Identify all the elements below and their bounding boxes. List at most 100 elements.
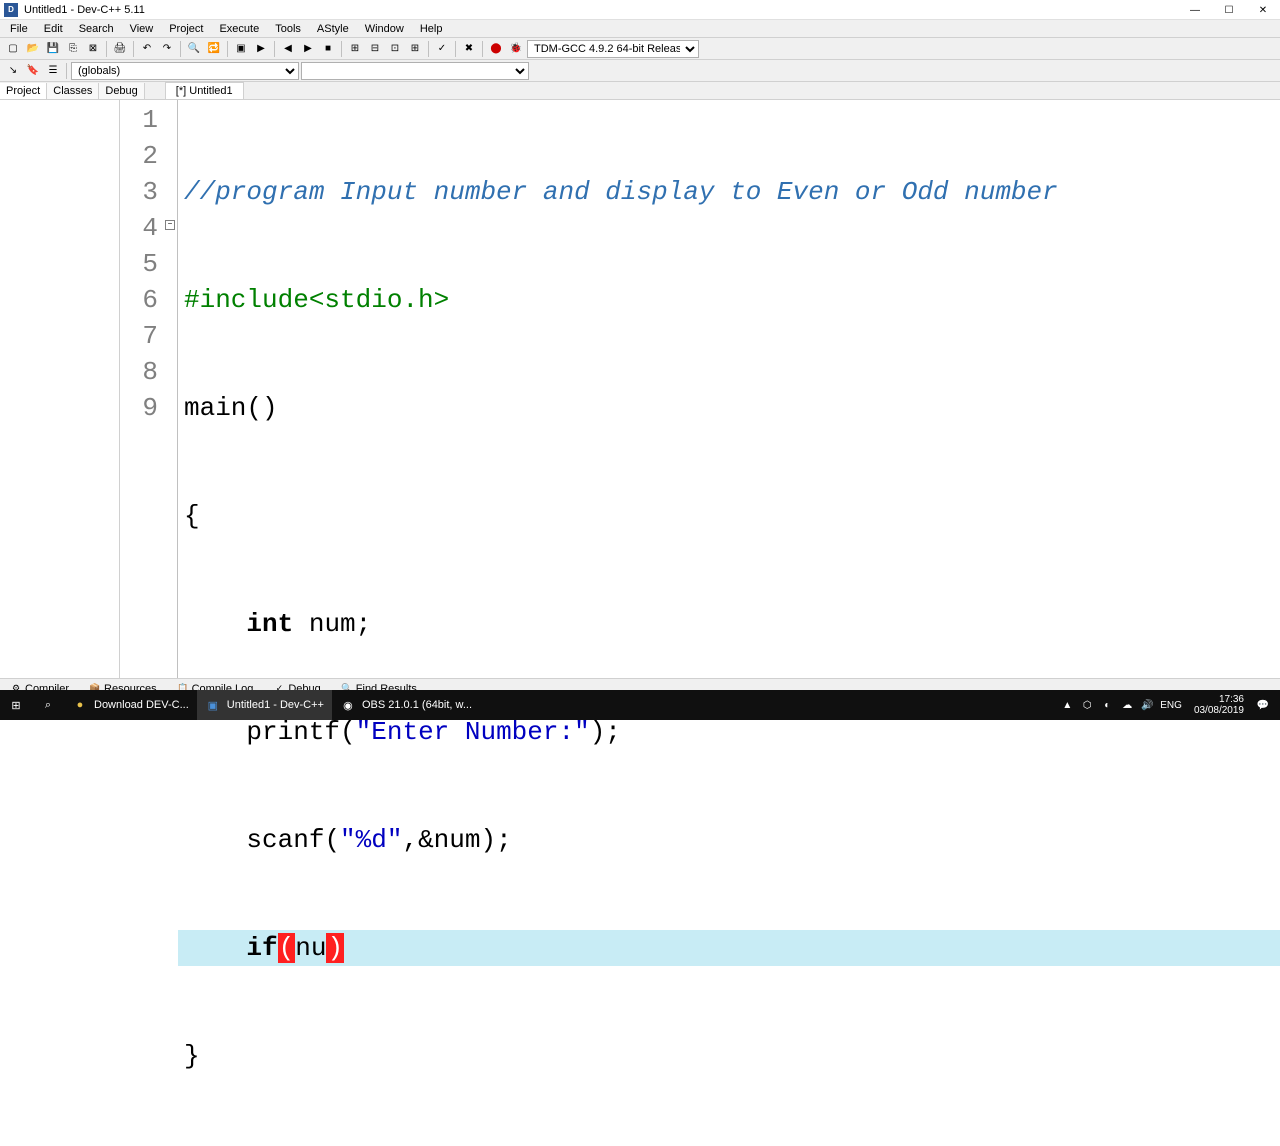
debug-icon[interactable]: 🐞	[507, 40, 525, 58]
print-icon[interactable]: 🖨	[111, 40, 129, 58]
compiler-select[interactable]: TDM-GCC 4.9.2 64-bit Release	[527, 40, 699, 58]
side-tabs: Project Classes Debug	[0, 83, 145, 99]
tray-lang[interactable]: ENG	[1160, 698, 1182, 712]
separator	[180, 41, 181, 57]
taskbar-clock[interactable]: 17:36 03/08/2019	[1188, 694, 1250, 716]
compile-icon[interactable]: ▣	[232, 40, 250, 58]
open-icon[interactable]: 📂	[24, 40, 42, 58]
stop-icon[interactable]: ■	[319, 40, 337, 58]
chrome-icon: ●	[72, 697, 88, 713]
list-icon[interactable]: ☰	[44, 62, 62, 80]
new-icon[interactable]: ▢	[4, 40, 22, 58]
obs-icon: ◉	[340, 697, 356, 713]
devcpp-icon: ▣	[205, 697, 221, 713]
menu-search[interactable]: Search	[71, 21, 122, 37]
separator	[455, 41, 456, 57]
code-editor[interactable]: 1 2 3 4 5 6 7 8 9 − //program Input numb…	[120, 100, 1280, 678]
grid3-icon[interactable]: ⊡	[386, 40, 404, 58]
menu-project[interactable]: Project	[161, 21, 211, 37]
code-line: //program Input number and display to Ev…	[178, 174, 1280, 210]
tab-debug[interactable]: Debug	[99, 83, 144, 99]
fwd-icon[interactable]: ▶	[299, 40, 317, 58]
tab-bar: Project Classes Debug [*] Untitled1	[0, 82, 1280, 100]
save-icon[interactable]: 💾	[44, 40, 62, 58]
file-tabs: [*] Untitled1	[165, 82, 244, 99]
separator	[482, 41, 483, 57]
tray-power-icon[interactable]: ◐	[1100, 698, 1114, 712]
goto-icon[interactable]: ↘	[4, 62, 22, 80]
menu-window[interactable]: Window	[357, 21, 412, 37]
back-icon[interactable]: ◀	[279, 40, 297, 58]
separator	[227, 41, 228, 57]
search-button[interactable]: ⌕	[32, 690, 64, 720]
code-line: scanf("%d",&num);	[178, 822, 1280, 858]
code-line: #include<stdio.h>	[178, 282, 1280, 318]
separator	[274, 41, 275, 57]
taskbar-devcpp[interactable]: ▣Untitled1 - Dev-C++	[197, 690, 332, 720]
menu-astyle[interactable]: AStyle	[309, 21, 357, 37]
grid2-icon[interactable]: ⊟	[366, 40, 384, 58]
file-tab-untitled1[interactable]: [*] Untitled1	[165, 82, 244, 99]
app-icon: D	[4, 3, 18, 17]
separator	[106, 41, 107, 57]
start-button[interactable]: ⊞	[0, 690, 32, 720]
code-line: int num;	[178, 606, 1280, 642]
redo-icon[interactable]: ↷	[158, 40, 176, 58]
saveall-icon[interactable]: ⎘	[64, 40, 82, 58]
code-area[interactable]: //program Input number and display to Ev…	[178, 100, 1280, 678]
check-icon[interactable]: ✓	[433, 40, 451, 58]
title-bar: D Untitled1 - Dev-C++ 5.11	[0, 0, 1280, 20]
tray-chevron-icon[interactable]: ▲	[1060, 698, 1074, 712]
tray-network-icon[interactable]: ☁	[1120, 698, 1134, 712]
menu-bar: File Edit Search View Project Execute To…	[0, 20, 1280, 38]
find-icon[interactable]: 🔍	[185, 40, 203, 58]
main-toolbar: ▢ 📂 💾 ⎘ ⊠ 🖨 ↶ ↷ 🔍 🔁 ▣ ▶ ◀ ▶ ■ ⊞ ⊟ ⊡ ⊞ ✓ …	[0, 38, 1280, 60]
run-icon[interactable]: ▶	[252, 40, 270, 58]
menu-file[interactable]: File	[2, 21, 36, 37]
tray-app-icon[interactable]: ⬡	[1080, 698, 1094, 712]
fold-toggle-icon[interactable]: −	[165, 220, 175, 230]
taskbar-chrome[interactable]: ●Download DEV-C...	[64, 690, 197, 720]
bookmark-icon[interactable]: 🔖	[24, 62, 42, 80]
windows-taskbar: ⊞ ⌕ ●Download DEV-C... ▣Untitled1 - Dev-…	[0, 690, 1280, 720]
separator	[66, 63, 67, 79]
search-icon: ⌕	[40, 697, 56, 713]
code-line: {	[178, 498, 1280, 534]
replace-icon[interactable]: 🔁	[205, 40, 223, 58]
tab-classes[interactable]: Classes	[47, 83, 99, 99]
menu-view[interactable]: View	[122, 21, 162, 37]
member-select[interactable]	[301, 62, 529, 80]
window-buttons: — ☐ ✕	[1178, 0, 1280, 20]
grid4-icon[interactable]: ⊞	[406, 40, 424, 58]
menu-edit[interactable]: Edit	[36, 21, 71, 37]
fold-column: −	[164, 100, 178, 678]
main-area: 1 2 3 4 5 6 7 8 9 − //program Input numb…	[0, 100, 1280, 678]
maximize-button[interactable]: ☐	[1212, 0, 1246, 20]
menu-execute[interactable]: Execute	[211, 21, 267, 37]
window-title: Untitled1 - Dev-C++ 5.11	[24, 4, 1276, 16]
tab-project[interactable]: Project	[0, 83, 47, 99]
line-gutter: 1 2 3 4 5 6 7 8 9	[120, 100, 164, 678]
code-line: }	[178, 1038, 1280, 1074]
close-icon[interactable]: ⊠	[84, 40, 102, 58]
undo-icon[interactable]: ↶	[138, 40, 156, 58]
menu-tools[interactable]: Tools	[267, 21, 309, 37]
project-sidebar[interactable]	[0, 100, 120, 678]
windows-icon: ⊞	[8, 697, 24, 713]
profile-icon[interactable]: ⬤	[487, 40, 505, 58]
separator	[133, 41, 134, 57]
separator	[341, 41, 342, 57]
taskbar-obs[interactable]: ◉OBS 21.0.1 (64bit, w...	[332, 690, 480, 720]
grid1-icon[interactable]: ⊞	[346, 40, 364, 58]
system-tray: ▲ ⬡ ◐ ☁ 🔊 ENG 17:36 03/08/2019 💬	[1060, 694, 1280, 716]
tray-volume-icon[interactable]: 🔊	[1140, 698, 1154, 712]
minimize-button[interactable]: —	[1178, 0, 1212, 20]
scope-select[interactable]: (globals)	[71, 62, 299, 80]
code-line-active: if(nu)	[178, 930, 1280, 966]
close-button[interactable]: ✕	[1246, 0, 1280, 20]
notifications-icon[interactable]: 💬	[1256, 698, 1270, 712]
code-line: main()	[178, 390, 1280, 426]
menu-help[interactable]: Help	[412, 21, 451, 37]
separator	[428, 41, 429, 57]
cancel-icon[interactable]: ✖	[460, 40, 478, 58]
